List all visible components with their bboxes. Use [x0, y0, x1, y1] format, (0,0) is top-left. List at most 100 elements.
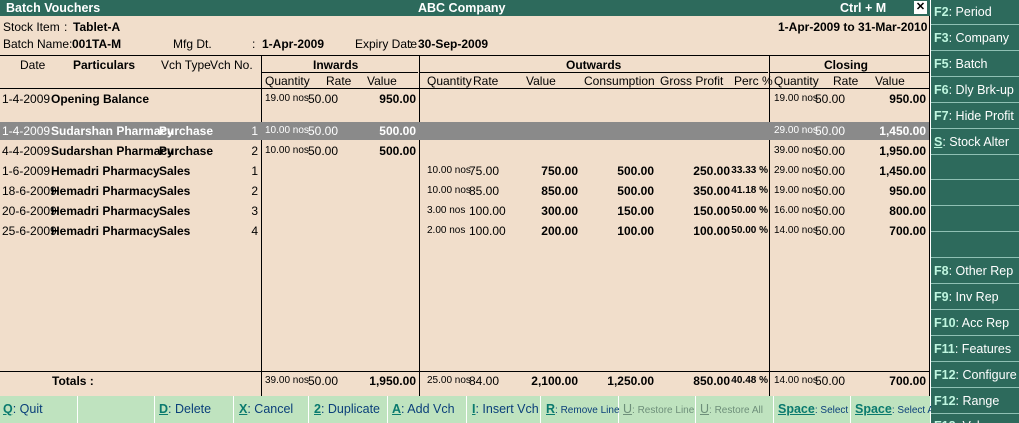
sidebar-button-4[interactable]: F7: Hide Profit: [931, 104, 1019, 129]
table-row[interactable]: 1-6-2009 Hemadri Pharmacy Sales 1 10.00 nos 7…: [0, 162, 929, 180]
row-vch-type: Sales: [159, 184, 191, 198]
sidebar-label: : Other Rep: [948, 264, 1014, 278]
bottom-button-3[interactable]: 2: Duplicate: [314, 400, 380, 418]
bottom-button-1[interactable]: D: Delete: [159, 400, 211, 418]
function-key-sidebar: F2: Period F3: Company F5: Batch F6: Dly Br…: [931, 0, 1019, 423]
expiry-date-value: 30-Sep-2009: [418, 37, 489, 51]
sidebar-button-13[interactable]: F11: Features: [931, 337, 1019, 362]
bottom-button-2[interactable]: X: Cancel: [239, 400, 293, 418]
col-closing: Closing: [824, 58, 868, 72]
button-separator: [540, 396, 541, 423]
table-row[interactable]: 1-4-2009 Opening Balance 19.00 nos 50.00 950…: [0, 90, 929, 108]
sidebar-key: F5: [934, 56, 949, 71]
button-key: U: [623, 402, 633, 416]
button-separator: [154, 396, 155, 423]
row-out-qty: 10.00 nos: [427, 165, 471, 176]
sidebar-blank: [931, 233, 1019, 259]
row-in-qty: 19.00 nos: [265, 93, 309, 104]
row-consumption: 500.00: [617, 164, 654, 178]
row-gross-profit: 100.00: [693, 224, 730, 238]
col-outwards: Outwards: [566, 58, 622, 72]
button-separator: [233, 396, 234, 423]
bottom-button-10[interactable]: Space: Select All: [855, 400, 939, 418]
table-row[interactable]: 20-6-2009 Hemadri Pharmacy Sales 3 3.00 nos 1…: [0, 202, 929, 220]
bottom-button-9[interactable]: Space: Select: [778, 400, 848, 418]
row-vch-no: 4: [251, 224, 258, 238]
col-vch-type: Vch Type: [161, 58, 211, 72]
row-out-rate: 100.00: [469, 224, 506, 238]
col-out-qty: Quantity: [427, 74, 472, 88]
sidebar-key: F12: [934, 367, 956, 382]
row-cl-qty: 29.00 nos: [774, 125, 818, 136]
bottom-button-8[interactable]: U: Restore All: [700, 400, 763, 418]
totals-divider: [0, 371, 929, 372]
totals-out-qty: 25.00 nos: [427, 375, 471, 386]
sidebar-label: : Hide Profit: [948, 108, 1014, 123]
row-in-rate: 50.00: [308, 124, 339, 138]
row-vch-type: Purchase: [159, 124, 214, 138]
sidebar-button-10[interactable]: F8: Other Rep: [931, 259, 1019, 284]
row-consumption: 150.00: [617, 204, 654, 218]
row-cl-qty: 29.00 nos: [774, 165, 818, 176]
bottom-button-7[interactable]: U: Restore Line: [623, 400, 694, 418]
row-out-value: 300.00: [541, 204, 578, 218]
row-particulars: Opening Balance: [51, 92, 150, 106]
row-vch-type: Purchase: [159, 144, 214, 158]
col-in-qty: Quantity: [265, 74, 310, 88]
col-vch-no: Vch No.: [210, 58, 253, 72]
row-in-value: 500.00: [379, 144, 416, 158]
sidebar-button-2[interactable]: F5: Batch: [931, 52, 1019, 77]
close-icon[interactable]: ✕: [914, 1, 927, 14]
row-out-qty: 2.00 nos: [427, 225, 466, 236]
button-separator: [695, 396, 696, 423]
col-gross-profit: Gross Profit: [660, 74, 724, 88]
sidebar-key: F10: [934, 315, 956, 330]
button-key: Space: [855, 402, 892, 416]
row-out-rate: 100.00: [469, 204, 506, 218]
sidebar-label: : Company: [948, 30, 1010, 45]
col-cl-value: Value: [875, 74, 905, 88]
table-row[interactable]: 4-4-2009 Sudarshan Pharmacy Purchase 2 10.00…: [0, 142, 929, 160]
window-title: Batch Vouchers: [6, 1, 101, 15]
sidebar-button-3[interactable]: F6: Dly Brk-up: [931, 78, 1019, 103]
row-vch-type: Sales: [159, 164, 191, 178]
report-period: 1-Apr-2009 to 31-Mar-2010: [778, 20, 928, 34]
totals-cl-rate: 50.00: [815, 374, 846, 388]
row-vch-no: 3: [251, 204, 258, 218]
stock-item-value: Tablet-A: [73, 20, 121, 34]
sidebar-button-14[interactable]: F12: Configure: [931, 363, 1019, 388]
col-perc: Perc %: [734, 74, 773, 88]
sidebar-button-16[interactable]: F12: Value: [931, 414, 1019, 423]
sidebar-button-12[interactable]: F10: Acc Rep: [931, 311, 1019, 336]
batch-name-value: 001TA-M: [72, 37, 122, 51]
row-particulars: Hemadri Pharmacy: [51, 164, 160, 178]
sidebar-button-0[interactable]: F2: Period: [931, 0, 1019, 25]
button-label: : Restore Line: [632, 405, 695, 416]
totals-in-rate: 50.00: [308, 374, 339, 388]
row-out-qty: 3.00 nos: [427, 205, 466, 216]
sidebar-key: F2: [934, 5, 949, 19]
button-label: : Quit: [12, 402, 43, 416]
row-cl-rate: 50.00: [815, 124, 846, 138]
button-label: : Remove Line: [555, 405, 620, 416]
col-consumption: Consumption: [584, 74, 655, 88]
totals-out-value: 2,100.00: [531, 374, 578, 388]
button-separator: [466, 396, 467, 423]
sidebar-button-1[interactable]: F3: Company: [931, 26, 1019, 51]
bottom-button-6[interactable]: R: Remove Line: [546, 400, 620, 418]
sidebar-button-15[interactable]: F12: Range: [931, 389, 1019, 414]
bottom-button-5[interactable]: I: Insert Vch: [472, 400, 539, 418]
table-row[interactable]: 25-6-2009 Hemadri Pharmacy Sales 4 2.00 nos 1…: [0, 222, 929, 240]
sidebar-label: : Range: [955, 393, 1000, 408]
row-gross-profit: 350.00: [693, 184, 730, 198]
table-row[interactable]: 18-6-2009 Hemadri Pharmacy Sales 2 10.00 nos…: [0, 182, 929, 200]
sidebar-button-11[interactable]: F9: Inv Rep: [931, 285, 1019, 310]
row-vch-type: Sales: [159, 204, 191, 218]
table-row[interactable]: 1-4-2009 Sudarshan Pharmacy Purchase 1 10.00…: [0, 122, 929, 140]
bottom-button-0[interactable]: Q: Quit: [3, 400, 43, 418]
totals-out-rate: 84.00: [469, 374, 500, 388]
sidebar-key: F11: [934, 341, 955, 356]
sidebar-label: : Value: [956, 419, 994, 423]
sidebar-button-5[interactable]: S: Stock Alter: [931, 130, 1019, 155]
bottom-button-4[interactable]: A: Add Vch: [392, 400, 455, 418]
